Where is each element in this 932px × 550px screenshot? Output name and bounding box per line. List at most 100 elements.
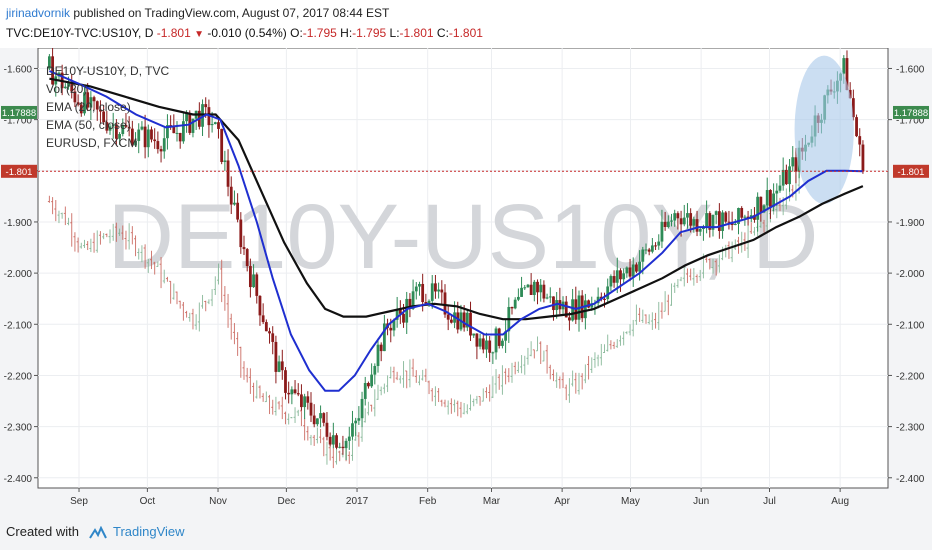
candle-body	[226, 160, 230, 187]
candle-body	[698, 228, 702, 232]
candle-body	[363, 382, 367, 399]
x-tick-label: Sep	[70, 496, 88, 507]
candle-body	[501, 340, 504, 346]
candle-body	[248, 266, 252, 288]
candle-body	[347, 436, 351, 441]
price-change: -0.010 (0.54%)	[207, 26, 287, 40]
candle-body	[568, 317, 571, 321]
candle-body	[376, 344, 380, 367]
candle-body	[156, 141, 160, 150]
price-badge-label: 1.17888	[2, 108, 36, 119]
candle-body	[494, 328, 498, 353]
candle-body	[842, 58, 846, 74]
candle-body	[277, 361, 281, 372]
candle-body	[178, 132, 182, 142]
legend-item: Vol (20)	[46, 82, 87, 96]
low-label: L:	[389, 26, 400, 40]
candle-body	[488, 340, 492, 353]
candle-body	[682, 217, 686, 225]
candle-body	[239, 219, 243, 248]
candle-body	[309, 402, 313, 416]
y-tick-label: -2.200	[896, 371, 925, 382]
candle-body	[331, 435, 335, 445]
candle-body	[367, 382, 370, 387]
high-label: H:	[340, 26, 353, 40]
candle-body	[475, 333, 479, 347]
author-link[interactable]: jirinadvornik	[6, 6, 70, 20]
y-tick-label: -2.400	[896, 474, 925, 485]
candle-body	[449, 319, 453, 323]
candle-body	[306, 396, 310, 403]
y-tick-label: -2.000	[4, 269, 33, 280]
y-tick-label: -1.600	[4, 64, 33, 75]
candle-body	[213, 122, 217, 125]
x-tick-label: 2017	[346, 496, 369, 507]
candle-body	[437, 289, 441, 292]
price-chart[interactable]: DE10Y-US10Y, D DE10Y-US10Y, D, TVC Vol (…	[0, 48, 932, 514]
candle-body	[536, 281, 539, 293]
publish-info: jirinadvornik published on TradingView.c…	[6, 6, 389, 20]
published-text: published on TradingView.com, August 07,…	[70, 6, 390, 20]
y-tick-label: -2.300	[4, 423, 33, 434]
candle-body	[264, 322, 268, 332]
candle-body	[462, 312, 466, 328]
candle-body	[258, 295, 262, 316]
candle-body	[721, 212, 724, 231]
candle-body	[717, 211, 721, 231]
candle-body	[293, 389, 297, 394]
candle-body	[513, 299, 517, 309]
candle-body	[140, 126, 144, 130]
candle-body	[229, 186, 233, 205]
candle-body	[609, 276, 613, 287]
candle-body	[430, 283, 434, 301]
candle-body	[571, 299, 575, 321]
candle-body	[236, 202, 240, 220]
candle-body	[242, 247, 246, 250]
candle-body	[532, 281, 536, 295]
candle-body	[520, 287, 523, 297]
candle-body	[312, 415, 316, 425]
candle-body	[153, 139, 157, 142]
tradingview-logo-icon	[88, 525, 107, 539]
candle-body	[354, 420, 358, 424]
y-tick-label: -1.600	[896, 64, 925, 75]
candle-body	[663, 221, 667, 228]
candle-body	[775, 190, 779, 194]
candle-body	[516, 296, 520, 300]
high-value: -1.795	[352, 26, 387, 40]
x-tick-label: Mar	[483, 496, 501, 507]
candle-body	[233, 202, 236, 205]
footer: Created with TradingView	[0, 514, 932, 550]
candle-body	[335, 435, 338, 448]
candle-body	[245, 249, 249, 267]
tradingview-brand[interactable]: TradingView	[113, 524, 185, 539]
candle-body	[692, 219, 696, 226]
legend-item: EURUSD, FXCM	[46, 136, 137, 150]
candle-body	[791, 157, 795, 167]
candle-body	[319, 413, 322, 419]
candle-body	[341, 446, 345, 449]
candle-body	[654, 245, 657, 247]
candle-body	[296, 393, 300, 395]
candle-body	[759, 196, 763, 213]
candle-body	[204, 104, 208, 108]
candle-body	[360, 398, 364, 419]
x-tick-label: Feb	[419, 496, 437, 507]
candle-body	[159, 149, 163, 152]
x-tick-label: Dec	[277, 496, 295, 507]
candle-body	[370, 374, 374, 387]
candle-body	[660, 221, 664, 242]
candle-body	[271, 333, 275, 342]
legend-item: DE10Y-US10Y, D, TVC	[46, 64, 170, 78]
candle-body	[650, 245, 654, 252]
candle-body	[280, 361, 284, 371]
candle-body	[478, 338, 482, 347]
candle-body	[526, 284, 530, 288]
y-tick-label: -1.900	[4, 218, 33, 229]
close-label: C:	[436, 26, 449, 40]
candle-body	[765, 190, 769, 206]
candle-body	[778, 185, 782, 191]
candle-body	[325, 422, 329, 437]
last-price: -1.801	[156, 26, 191, 40]
candle-body	[338, 446, 342, 448]
